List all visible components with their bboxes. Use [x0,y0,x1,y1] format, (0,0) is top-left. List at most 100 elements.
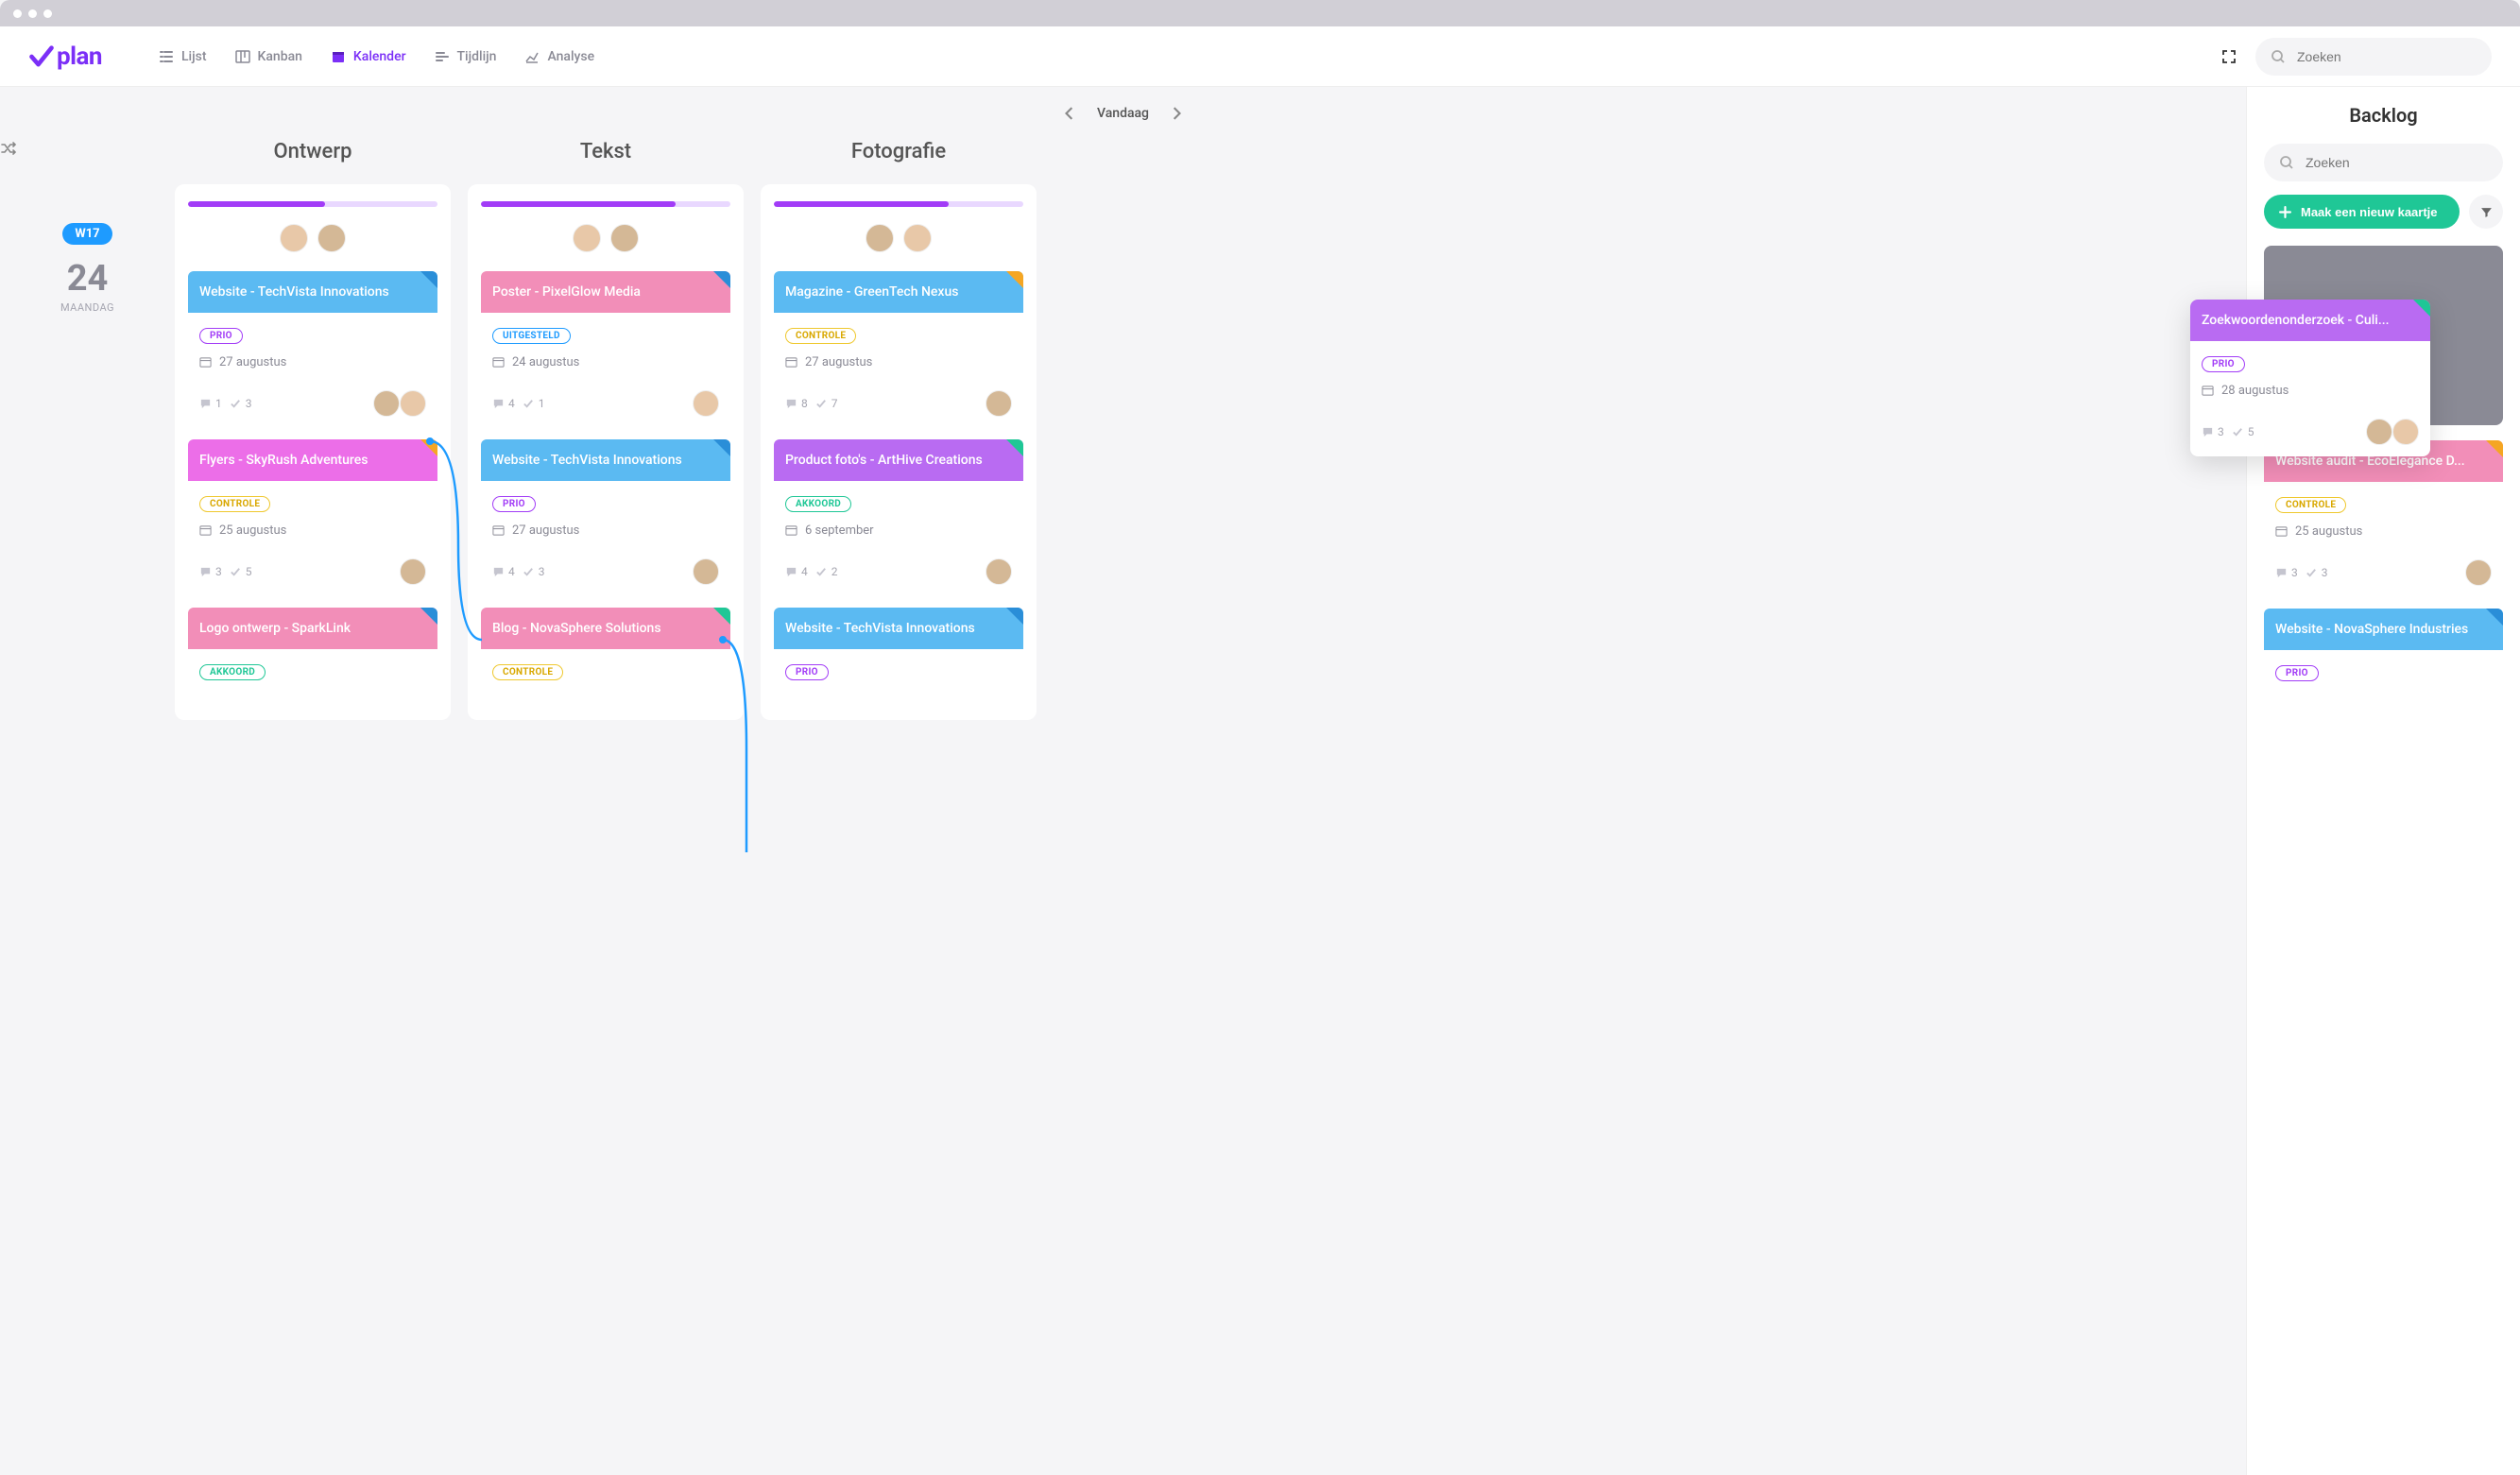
card-date: 25 augustus [2275,524,2492,539]
plus-icon [2279,206,2291,218]
card-header: Website - TechVista Innovations [188,271,437,313]
filter-icon [2480,206,2493,218]
chevron-right-icon[interactable] [1172,107,1181,120]
chip-prio: PRIO [2275,665,2319,681]
avatar[interactable] [400,390,426,417]
column-assignees [481,224,730,252]
tab-analyse[interactable]: Analyse [524,49,594,64]
card-date: 25 augustus [199,523,426,538]
column-assignees [188,224,437,252]
card-body: PRIO [774,649,1023,692]
card-header: Magazine - GreenTech Nexus [774,271,1023,313]
expand-icon[interactable] [2221,49,2237,64]
chip-akkoord: AKKOORD [785,496,851,512]
backlog-search[interactable] [2264,144,2503,181]
window-dot [13,9,22,18]
due-icon [492,356,505,369]
card-corner [713,439,730,456]
avatar[interactable] [2392,419,2419,445]
main: Vandaag W17 24 MAANDAG Ontwerp [0,87,2520,1475]
check-icon [523,566,535,578]
card-footer: 4 2 [785,558,1012,585]
card-corner [1006,608,1023,625]
avatar[interactable] [573,224,601,252]
logo-check-icon [28,43,55,70]
chip-prio: PRIO [2202,356,2245,372]
chip-akkoord: AKKOORD [199,664,266,680]
kanban-icon [235,49,250,64]
new-card-button[interactable]: Maak een nieuw kaartje [2264,195,2460,229]
card[interactable]: Logo ontwerp - SparkLink AKKOORD [188,608,437,692]
chevron-left-icon[interactable] [1065,107,1074,120]
card-date: 28 augustus [2202,384,2419,398]
card-body: AKKOORD 6 september 4 2 [774,481,1023,596]
card-date: 27 augustus [492,523,719,538]
card[interactable]: Website - TechVista Innovations PRIO 27 … [188,271,437,428]
avatar[interactable] [2366,419,2392,445]
check-icon [230,566,242,578]
progress-bar [481,201,730,207]
card-footer: 3 5 [2202,419,2419,445]
avatar[interactable] [317,224,346,252]
card-header: Blog - NovaSphere Solutions [481,608,730,649]
avatar[interactable] [400,558,426,585]
search-input[interactable] [2297,49,2475,64]
avatar[interactable] [866,224,894,252]
avatar[interactable] [986,390,1012,417]
card-date: 6 september [785,523,1012,538]
avatar[interactable] [2465,559,2492,586]
card-body: PRIO 27 augustus 4 3 [481,481,730,596]
card-header: Product foto's - ArtHive Creations [774,439,1023,481]
card-header: Website - TechVista Innovations [774,608,1023,649]
card[interactable]: Product foto's - ArtHive Creations AKKOO… [774,439,1023,596]
today-button[interactable]: Vandaag [1097,106,1149,121]
comment-icon [199,566,212,578]
shuffle-icon [0,140,17,157]
column-title: Tekst [468,140,744,163]
avatar[interactable] [373,390,400,417]
card-corner [420,439,437,456]
due-icon [199,524,212,537]
card[interactable]: Website - TechVista Innovations PRIO [774,608,1023,692]
backlog-card[interactable]: Website audit - EcoElegance D... CONTROL… [2264,440,2503,597]
card-footer: 8 7 [785,390,1012,417]
search-box[interactable] [2255,38,2492,76]
card[interactable]: Website - TechVista Innovations PRIO 27 … [481,439,730,596]
due-icon [785,524,797,537]
avatar[interactable] [280,224,308,252]
tab-timeline-label: Tijdlijn [457,49,497,64]
avatar[interactable] [903,224,932,252]
calendar-icon [331,49,346,64]
card[interactable]: Flyers - SkyRush Adventures CONTROLE 25 … [188,439,437,596]
tab-analyse-label: Analyse [547,49,594,64]
chip-controle: CONTROLE [2275,497,2346,513]
card-title: Website - NovaSphere Industries [2275,622,2468,637]
search-icon [2271,49,2286,64]
column-assignees [774,224,1023,252]
shuffle-button[interactable] [0,140,175,157]
tab-calendar[interactable]: Kalender [331,49,406,64]
floating-card[interactable]: Zoekwoordenonderzoek - Culi... PRIO 28 a… [2190,300,2430,456]
backlog-card[interactable]: Website - NovaSphere Industries PRIO [2264,609,2503,693]
card-body: CONTROLE 27 augustus 8 7 [774,313,1023,428]
comment-icon [2202,426,2214,438]
card-corner [1006,439,1023,456]
column-title: Fotografie [761,140,1037,163]
filter-button[interactable] [2469,195,2503,229]
avatar[interactable] [693,390,719,417]
card-date: 27 augustus [199,355,426,369]
chip-controle: CONTROLE [199,496,270,512]
backlog-search-input[interactable] [2306,155,2486,170]
avatar[interactable] [610,224,639,252]
tab-timeline[interactable]: Tijdlijn [435,49,497,64]
avatar[interactable] [693,558,719,585]
tab-list[interactable]: Lijst [159,49,207,64]
comment-icon [2275,567,2288,579]
column-body: Magazine - GreenTech Nexus CONTROLE 27 a… [761,184,1037,720]
card[interactable]: Magazine - GreenTech Nexus CONTROLE 27 a… [774,271,1023,428]
tab-kanban[interactable]: Kanban [235,49,302,64]
avatar[interactable] [986,558,1012,585]
card[interactable]: Blog - NovaSphere Solutions CONTROLE [481,608,730,692]
card[interactable]: Poster - PixelGlow Media UITGESTELD 24 a… [481,271,730,428]
tab-list-label: Lijst [181,49,207,64]
